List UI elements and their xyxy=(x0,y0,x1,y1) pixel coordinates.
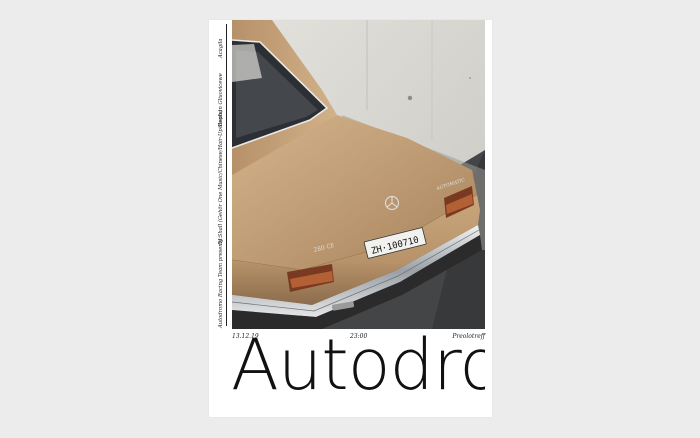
poster-title: Autodromo xyxy=(231,324,485,406)
poster: Autodromo Racing Team presents: DJ Shall… xyxy=(209,20,492,417)
title-clip: Autodromo xyxy=(209,20,485,417)
